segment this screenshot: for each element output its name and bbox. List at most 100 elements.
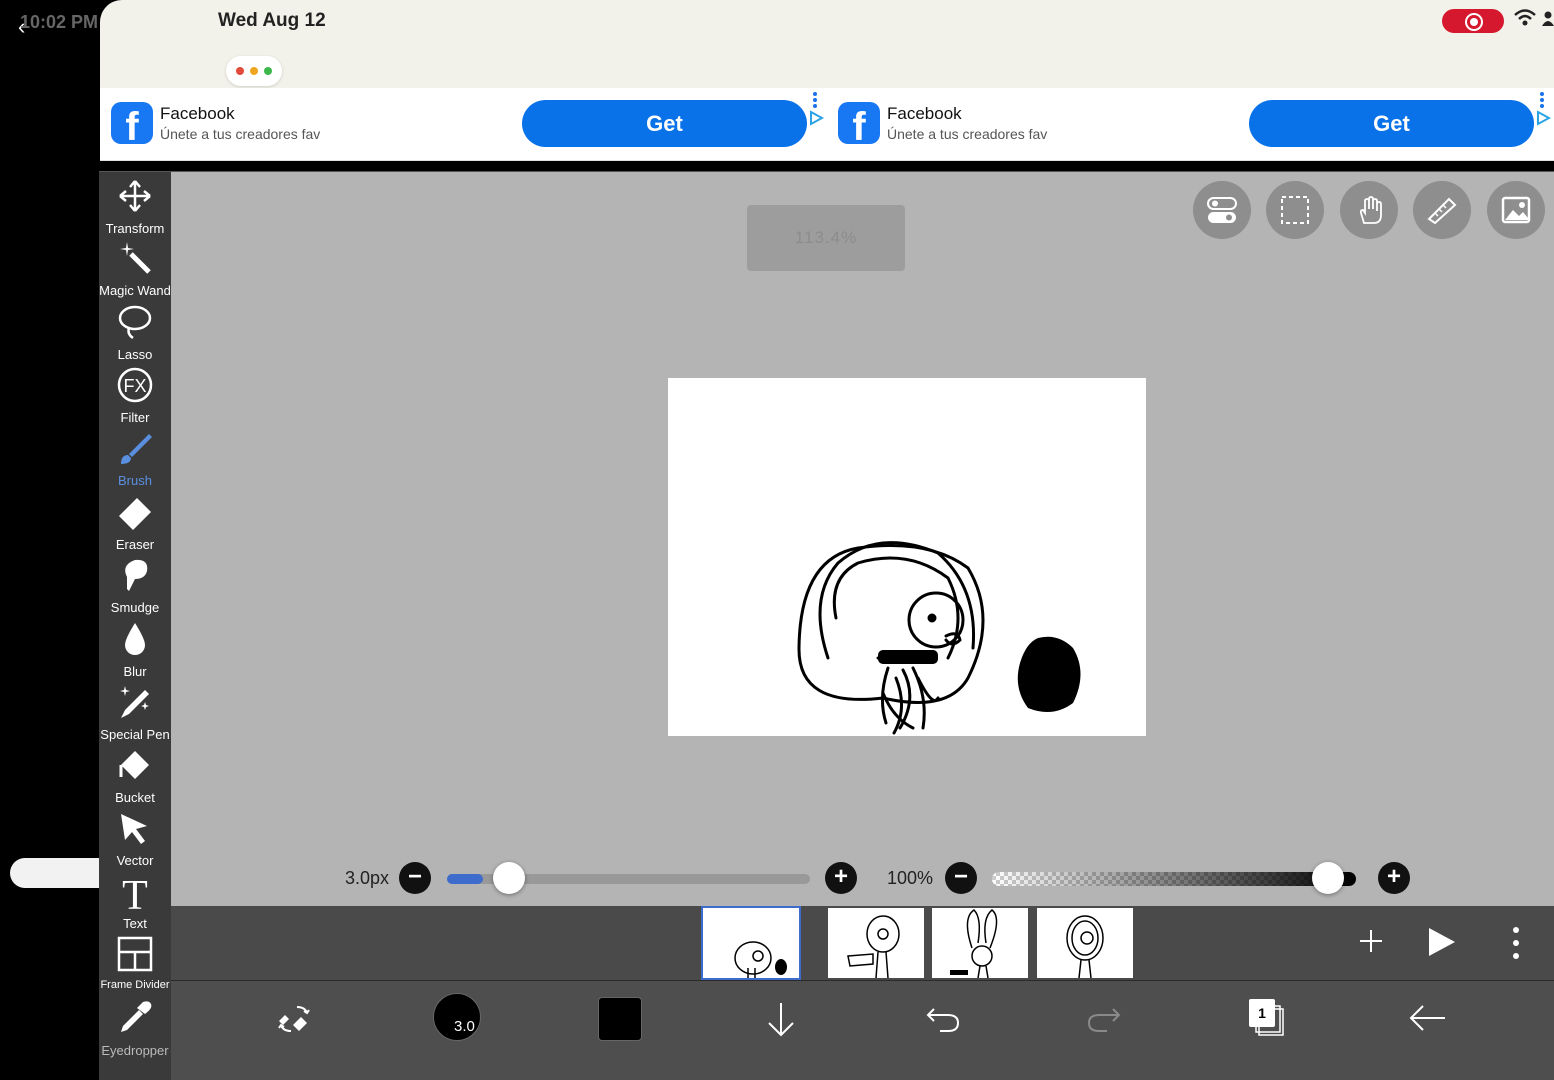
status-time: 10:02 PM [20, 12, 99, 32]
tool-brush[interactable]: Brush [99, 428, 171, 488]
reference-image-button[interactable] [1487, 181, 1545, 239]
status-bar: Wed Aug 12 5% [100, 0, 1554, 88]
opacity-slider-thumb[interactable] [1312, 862, 1344, 894]
ruler-button[interactable] [1413, 181, 1471, 239]
tool-blur[interactable]: Blur [99, 619, 171, 679]
opacity-decrease-button[interactable]: − [945, 862, 977, 894]
undo-icon[interactable] [926, 1003, 960, 1033]
more-options-icon[interactable] [1511, 926, 1521, 960]
tool-magic-wand[interactable]: Magic Wand [99, 238, 171, 298]
add-frame-icon[interactable] [1358, 928, 1384, 954]
ad-title: Facebook [887, 104, 962, 123]
lasso-icon [118, 305, 152, 340]
multitasking-menu-icon[interactable] [226, 56, 282, 86]
opacity-slider[interactable] [992, 872, 1356, 886]
opacity-value: 100% [887, 868, 934, 888]
hand-icon [1359, 196, 1382, 224]
ad-subtitle: Únete a tus creadores fav [160, 126, 321, 142]
tool-filter[interactable]: FX Filter [99, 365, 171, 425]
tool-smudge[interactable]: Smudge [99, 555, 171, 615]
tool-label: Vector [116, 853, 154, 868]
animation-frame-strip [171, 906, 1554, 981]
redo-icon[interactable] [1087, 1003, 1121, 1033]
eyedropper-icon [121, 1001, 152, 1032]
tool-label: Magic Wand [99, 283, 171, 298]
frame-divider-icon [117, 936, 153, 972]
brush-size-slider-thumb[interactable] [493, 862, 526, 894]
ad-unit[interactable]: f Facebook Únete a tus creadores fav Get [827, 88, 1554, 160]
facebook-logo-icon: f [111, 102, 153, 144]
wifi-icon [1514, 9, 1536, 26]
back-arrow-icon[interactable] [1409, 1003, 1447, 1033]
svg-text:T: T [122, 873, 148, 913]
tool-label: Frame Divider [100, 979, 170, 991]
blur-drop-icon [125, 623, 145, 655]
tool-bucket[interactable]: Bucket [99, 745, 171, 805]
image-icon [1501, 196, 1531, 224]
frame-sketch [847, 915, 900, 979]
tool-label: Transform [105, 221, 165, 236]
tool-label: Text [123, 916, 147, 931]
fx-icon: FX [117, 367, 153, 403]
brush-eraser-swap-icon[interactable] [275, 1001, 313, 1037]
tool-label: Bucket [115, 790, 155, 805]
hand-tool-button[interactable] [1340, 181, 1398, 239]
tool-label: Eraser [115, 537, 155, 552]
frame-thumbnail[interactable] [828, 908, 924, 979]
ad-subtitle: Únete a tus creadores fav [887, 126, 1048, 142]
frame-thumbnail[interactable] [932, 908, 1028, 979]
color-swatch-button[interactable] [598, 997, 642, 1041]
eraser-icon [119, 498, 151, 530]
vector-cursor-icon [121, 814, 147, 844]
selection-button[interactable] [1266, 181, 1324, 239]
toggle-settings-button[interactable] [1193, 181, 1251, 239]
left-app-edge [0, 0, 100, 1080]
ad-banner: f Facebook Únete a tus creadores fav Get… [100, 88, 1554, 161]
drawing-canvas[interactable] [668, 378, 1146, 736]
adchoices-icon[interactable] [808, 110, 824, 126]
facebook-logo-icon: f [838, 102, 880, 144]
magic-wand-icon [120, 242, 151, 274]
tool-vector[interactable]: Vector [99, 808, 171, 868]
ad-get-button[interactable]: Get [1249, 100, 1534, 147]
download-arrow-icon[interactable] [765, 1001, 797, 1037]
selection-icon [1281, 196, 1309, 224]
ad-title: Facebook [160, 104, 235, 123]
canvas-workspace[interactable]: 113.4% 3.0px − + 100% − + [171, 172, 1554, 906]
opacity-increase-button[interactable]: + [1378, 862, 1410, 894]
play-icon[interactable] [1427, 926, 1457, 958]
move-arrows-icon [119, 180, 151, 212]
frame-thumbnail[interactable] [1037, 908, 1133, 979]
sketch-drawing [797, 541, 1081, 735]
tool-frame-divider[interactable]: Frame Divider [99, 934, 171, 994]
smudge-icon [125, 559, 148, 591]
brush-icon [121, 434, 152, 464]
tool-lasso[interactable]: Lasso [99, 302, 171, 362]
ad-get-button[interactable]: Get [522, 100, 807, 147]
frame-sketch [734, 941, 787, 978]
brush-size-badge: 3.0 [454, 1018, 475, 1035]
tool-transform[interactable]: Transform [99, 176, 171, 236]
ad-more-icon[interactable] [813, 92, 819, 110]
screen-record-icon[interactable] [1442, 9, 1504, 33]
frame-thumbnail[interactable] [701, 906, 801, 980]
status-date: Wed Aug 12 [218, 10, 326, 31]
brush-size-decrease-button[interactable]: − [399, 862, 431, 894]
brush-settings-button[interactable]: 3.0 [433, 993, 481, 1041]
tool-special-pen[interactable]: Special Pen [99, 682, 171, 742]
tool-text[interactable]: T Text [99, 871, 171, 931]
bucket-icon [119, 751, 149, 779]
brush-size-value: 3.0px [345, 868, 390, 888]
svg-text:FX: FX [123, 376, 146, 396]
ad-unit[interactable]: f Facebook Únete a tus creadores fav Get [100, 88, 827, 160]
ad-more-icon[interactable] [1540, 92, 1546, 110]
adchoices-icon[interactable] [1535, 110, 1551, 126]
tool-label: Special Pen [100, 727, 170, 742]
tool-eyedropper[interactable]: Eyedropper [99, 998, 171, 1058]
tool-label: Blur [123, 664, 147, 679]
tool-label: Filter [120, 410, 150, 425]
frame-sketch [950, 909, 998, 979]
tool-label: Smudge [110, 600, 160, 615]
tool-eraser[interactable]: Eraser [99, 492, 171, 552]
brush-size-increase-button[interactable]: + [825, 862, 857, 894]
